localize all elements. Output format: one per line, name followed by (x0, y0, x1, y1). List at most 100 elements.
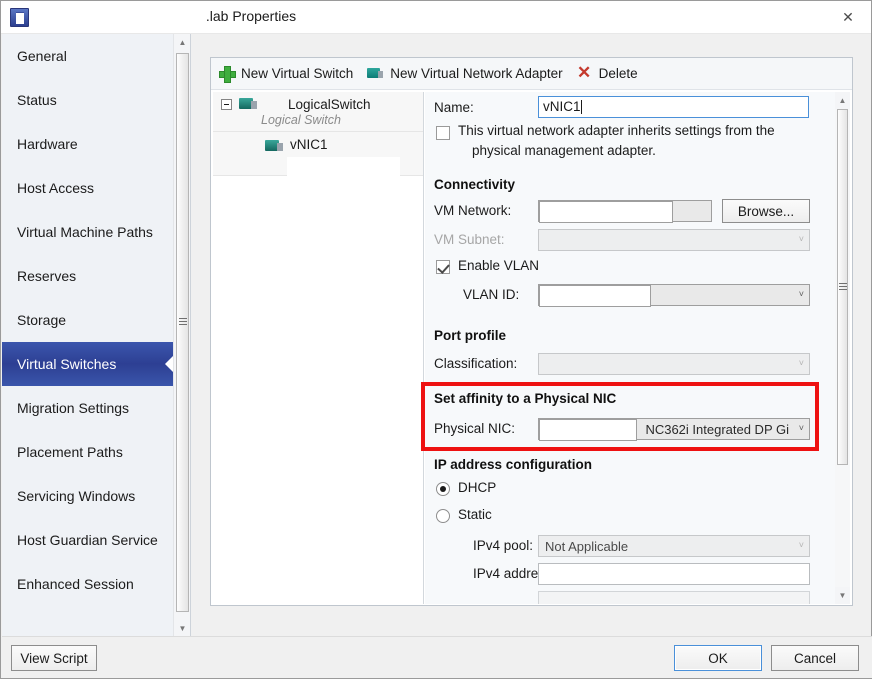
affinity-heading: Set affinity to a Physical NIC (434, 391, 617, 406)
plus-icon (219, 66, 236, 83)
ipv4-pool-dropdown[interactable]: Not Applicable ˅ (538, 535, 810, 557)
scroll-grip-icon (838, 283, 847, 290)
name-input-value: vNIC1 (543, 99, 582, 114)
vm-network-label: VM Network: (434, 203, 512, 218)
properties-window: .lab Properties ✕ General Status Hardwar… (0, 0, 872, 679)
sidebar-item-storage[interactable]: Storage (2, 298, 174, 342)
scroll-down-icon[interactable]: ▼ (174, 620, 190, 637)
page-title: .lab Properties (205, 8, 297, 24)
sidebar-item-host-access[interactable]: Host Access (2, 166, 174, 210)
vm-subnet-dropdown: ˅ (538, 229, 810, 251)
browse-button[interactable]: Browse... (722, 199, 810, 223)
sidebar-item-label: Migration Settings (17, 400, 130, 416)
sidebar-item-general[interactable]: General (2, 34, 174, 78)
sidebar-item-label: Status (17, 92, 57, 108)
new-virtual-switch-label: New Virtual Switch (241, 66, 354, 81)
sidebar-item-list: General Status Hardware Host Access Virt… (2, 34, 174, 606)
vm-network-value-box (539, 201, 673, 223)
tree-item-vnic1[interactable]: vNIC1 (213, 132, 423, 183)
sidebar-scrollbar[interactable]: ▲ ▼ (173, 34, 190, 637)
sidebar-scroll-thumb[interactable] (176, 53, 189, 612)
scroll-grip-icon (178, 318, 187, 325)
sidebar-item-enhanced-session[interactable]: Enhanced Session (2, 562, 174, 606)
title-bar: .lab Properties ✕ (1, 1, 871, 34)
inherit-settings-label-line2: physical management adapter. (472, 143, 656, 158)
sidebar-item-status[interactable]: Status (2, 78, 174, 122)
form-scrollbar[interactable]: ▲ ▼ (835, 92, 850, 604)
static-label: Static (458, 507, 492, 522)
name-input[interactable]: vNIC1 (538, 96, 809, 118)
toolbar: New Virtual Switch New Virtual Network A… (211, 58, 852, 90)
tree-empty-area (213, 176, 423, 516)
inherit-settings-label-line1: This virtual network adapter inherits se… (458, 123, 775, 138)
sidebar-item-reserves[interactable]: Reserves (2, 254, 174, 298)
sidebar-item-servicing-windows[interactable]: Servicing Windows (2, 474, 174, 518)
sidebar-item-label: Reserves (17, 268, 77, 284)
sidebar-item-hardware[interactable]: Hardware (2, 122, 174, 166)
virtual-switch-icon (239, 97, 257, 111)
static-radio[interactable] (436, 509, 450, 523)
ok-button[interactable]: OK (674, 645, 762, 671)
scroll-down-icon[interactable]: ▼ (835, 587, 850, 604)
delete-button[interactable]: ✕ Delete (569, 58, 644, 90)
sidebar-item-label: Host Access (17, 180, 95, 196)
close-icon[interactable]: ✕ (825, 1, 871, 33)
ipv4-address-input[interactable] (538, 563, 810, 585)
scroll-up-icon[interactable]: ▲ (174, 34, 190, 51)
sidebar-item-label: Placement Paths (17, 444, 123, 460)
sidebar-item-migration-settings[interactable]: Migration Settings (2, 386, 174, 430)
sidebar-item-label: Hardware (17, 136, 78, 152)
inherit-settings-checkbox[interactable] (436, 126, 450, 140)
physical-nic-dropdown[interactable]: NC362i Integrated DP Gi ˅ (538, 418, 810, 441)
physical-nic-value-box (539, 419, 637, 441)
new-virtual-network-adapter-button[interactable]: New Virtual Network Adapter (359, 58, 568, 90)
ip-config-heading: IP address configuration (434, 457, 593, 472)
collapse-icon[interactable] (221, 99, 232, 110)
ipv4-pool-label: IPv4 pool: (473, 538, 534, 553)
virtual-switches-panel: New Virtual Switch New Virtual Network A… (210, 57, 853, 606)
adapter-settings-form: Name: vNIC1 This virtual network adapter… (425, 92, 837, 604)
network-adapter-icon (367, 67, 384, 80)
enable-vlan-checkbox[interactable] (436, 260, 450, 274)
vlan-id-value-box (539, 285, 651, 307)
sidebar-item-label: Servicing Windows (17, 488, 136, 504)
new-virtual-switch-button[interactable]: New Virtual Switch (211, 58, 359, 90)
classification-label: Classification: (434, 356, 518, 371)
sidebar-item-host-guardian-service[interactable]: Host Guardian Service (2, 518, 174, 562)
chevron-down-icon: ˅ (798, 358, 804, 368)
vm-network-input[interactable] (538, 200, 712, 223)
sidebar-item-label: Virtual Machine Paths (17, 224, 153, 240)
cancel-button[interactable]: Cancel (771, 645, 859, 671)
network-adapter-icon (265, 139, 283, 153)
tree-item-logicalswitch[interactable]: LogicalSwitch Logical Switch (213, 92, 423, 132)
port-profile-heading: Port profile (434, 328, 507, 343)
classification-dropdown[interactable]: ˅ (538, 353, 810, 375)
name-label: Name: (434, 100, 474, 115)
vlan-id-dropdown[interactable]: ˅ (538, 284, 810, 307)
view-script-button[interactable]: View Script (11, 645, 97, 671)
physical-nic-value: NC362i Integrated DP Gi (645, 422, 789, 437)
dhcp-radio[interactable] (436, 482, 450, 496)
connectivity-heading: Connectivity (434, 177, 516, 192)
sidebar-item-label: Host Guardian Service (17, 532, 158, 548)
browse-label: Browse... (737, 203, 795, 219)
delete-x-icon: ✕ (577, 63, 592, 82)
vlan-id-label: VLAN ID: (463, 287, 520, 302)
sidebar-item-label: Storage (17, 312, 67, 328)
sidebar-item-virtual-switches[interactable]: Virtual Switches (2, 342, 174, 386)
delete-label: Delete (598, 66, 638, 81)
chevron-down-icon: ˅ (798, 423, 804, 433)
tree-item-sublabel: Logical Switch (261, 113, 341, 127)
sidebar: General Status Hardware Host Access Virt… (2, 34, 191, 637)
scroll-up-icon[interactable]: ▲ (835, 92, 850, 109)
tree-item-label: vNIC1 (290, 137, 328, 152)
physical-nic-label: Physical NIC: (434, 421, 516, 436)
chevron-down-icon: ˅ (798, 289, 804, 299)
sidebar-item-virtual-machine-paths[interactable]: Virtual Machine Paths (2, 210, 174, 254)
ipv4-subnet-input[interactable] (538, 591, 810, 604)
form-scroll-thumb[interactable] (837, 109, 848, 465)
sidebar-item-placement-paths[interactable]: Placement Paths (2, 430, 174, 474)
footer-bar: View Script OK Cancel (2, 636, 872, 678)
sidebar-item-label: Virtual Switches (17, 356, 117, 372)
ipv4-address-value (539, 564, 809, 566)
